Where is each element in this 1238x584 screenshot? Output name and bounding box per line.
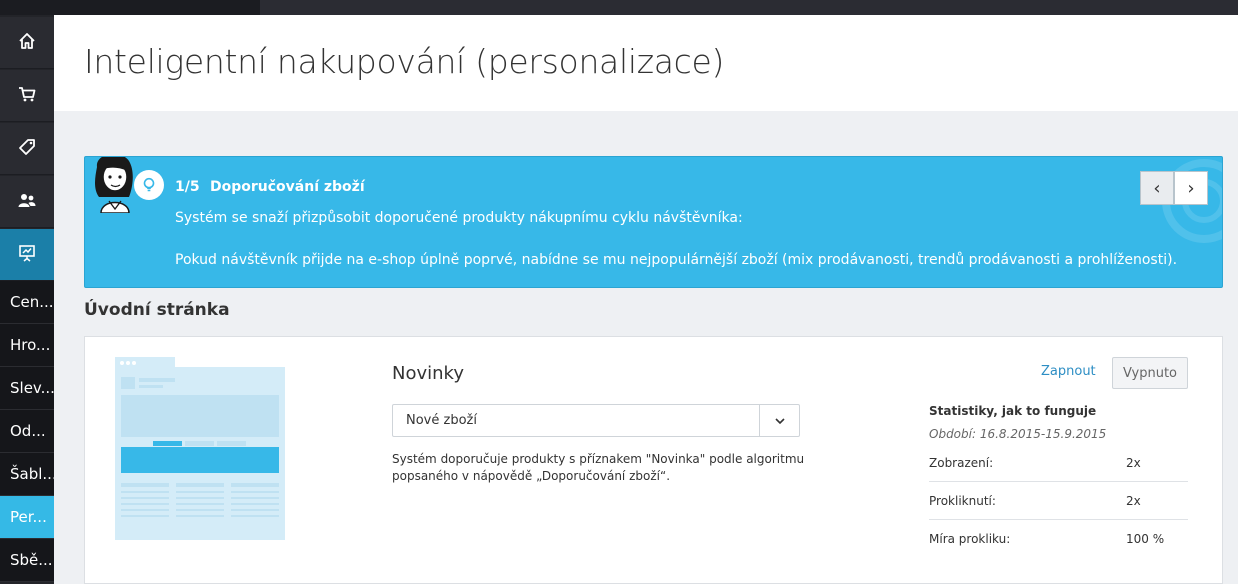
sidebar-item-7[interactable]: Sbě... [0, 539, 54, 582]
homepage-wireframe-image [115, 357, 285, 540]
sidebar-item-home[interactable] [0, 17, 54, 69]
next-button[interactable]: › [1174, 171, 1208, 205]
stats-title: Statistiky, jak to funguje [929, 404, 1097, 418]
chevron-right-icon: › [1187, 177, 1195, 199]
top-bar-segment [0, 0, 260, 15]
sidebar-item-customers[interactable] [0, 176, 54, 228]
chevron-down-icon[interactable] [759, 405, 799, 436]
stat-row-views: Zobrazení: 2x [929, 444, 1188, 482]
tag-icon [17, 137, 37, 161]
sidebar-item-4[interactable]: Od... [0, 410, 54, 453]
disabled-button[interactable]: Vypnuto [1112, 357, 1188, 389]
top-bar [0, 0, 1238, 15]
stat-value: 100 % [1126, 532, 1165, 546]
stat-row-clicks: Prokliknutí: 2x [929, 482, 1188, 520]
stat-label: Zobrazení: [929, 456, 994, 470]
help-banner: 1/5 Doporučování zboží Systém se snaží p… [84, 156, 1223, 288]
users-icon [17, 190, 37, 214]
sidebar-item-products[interactable] [0, 123, 54, 175]
stat-row-ctr: Míra prokliku: 100 % [929, 520, 1188, 558]
lightbulb-icon [134, 170, 164, 200]
sidebar-item-personalization[interactable]: Per... [0, 496, 54, 539]
stat-label: Míra prokliku: [929, 532, 1011, 546]
card-title: Novinky [392, 363, 464, 384]
home-icon [17, 31, 37, 55]
sidebar-item-1[interactable]: Cen... [0, 281, 54, 324]
stat-value: 2x [1126, 494, 1141, 508]
stats-period: Období: 16.8.2015-15.9.2015 [929, 427, 1107, 441]
sidebar-item-marketing[interactable] [0, 229, 54, 281]
sidebar-item-3[interactable]: Slev... [0, 367, 54, 410]
select-value: Nové zboží [406, 413, 477, 428]
sidebar: Cen... Hro... Slev... Od... Šabl... Per.… [0, 15, 54, 584]
prev-button[interactable]: ‹ [1140, 171, 1174, 205]
stat-label: Prokliknutí: [929, 494, 996, 508]
sidebar-item-orders[interactable] [0, 70, 54, 122]
presentation-icon [17, 243, 37, 267]
stat-value: 2x [1126, 456, 1141, 470]
algorithm-select[interactable]: Nové zboží [392, 404, 800, 437]
card-description: Systém doporučuje produkty s příznakem "… [392, 452, 805, 483]
banner-text-1: Systém se snaží přizpůsobit doporučené p… [175, 210, 743, 226]
banner-nav: ‹ › [1140, 171, 1208, 205]
step-counter: 1/5 [175, 179, 200, 195]
sidebar-item-5[interactable]: Šabl... [0, 453, 54, 496]
banner-text-2: Pokud návštěvník přijde na e-shop úplně … [175, 252, 1178, 268]
sidebar-item-2[interactable]: Hro... [0, 324, 54, 367]
cart-icon [17, 84, 37, 108]
section-title: Úvodní stránka [84, 300, 230, 320]
enable-link[interactable]: Zapnout [1041, 364, 1096, 379]
recommendation-card: Novinky Nové zboží Systém doporučuje pro… [84, 336, 1223, 584]
page-title: Inteligentní nakupování (personalizace) [84, 42, 725, 81]
page-header: Inteligentní nakupování (personalizace) [54, 15, 1238, 111]
step-title: Doporučování zboží [210, 179, 365, 195]
chevron-left-icon: ‹ [1153, 177, 1161, 199]
